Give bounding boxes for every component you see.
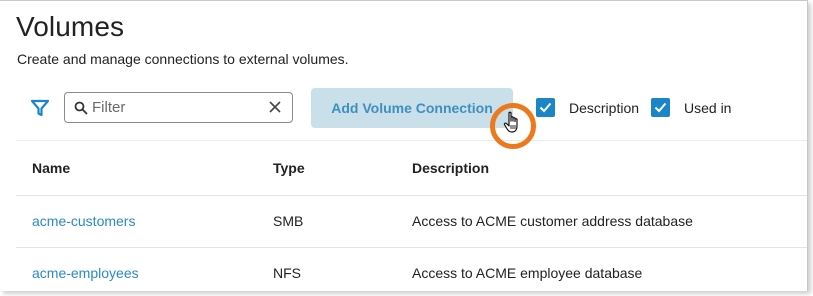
volume-name-link[interactable]: acme-employees	[32, 265, 139, 281]
used-in-checkbox-label: Used in	[684, 100, 732, 116]
search-icon	[74, 101, 88, 115]
volume-type: SMB	[273, 213, 304, 229]
column-header-name[interactable]: Name	[32, 160, 70, 176]
column-header-description[interactable]: Description	[412, 160, 489, 176]
table-header-row: Name Type Description	[16, 140, 807, 196]
filter-input[interactable]	[92, 97, 262, 118]
page-subtitle: Create and manage connections to externa…	[17, 51, 349, 67]
volumes-panel: Volumes Create and manage connections to…	[0, 0, 808, 291]
checkmark-icon	[654, 102, 667, 113]
checkmark-icon	[539, 102, 552, 113]
volume-type: NFS	[273, 265, 301, 281]
hand-pointer-cursor-icon	[503, 111, 518, 133]
volume-description: Access to ACME employee database	[412, 265, 643, 281]
table-row: acme-customers SMB Access to ACME custom…	[16, 195, 807, 248]
close-icon[interactable]	[268, 100, 282, 114]
table-row: acme-employees NFS Access to ACME employ…	[16, 248, 807, 291]
description-checkbox[interactable]	[536, 98, 555, 117]
funnel-icon[interactable]	[30, 98, 50, 118]
add-volume-connection-button[interactable]: Add Volume Connection	[311, 88, 513, 128]
filter-field[interactable]	[64, 92, 293, 123]
column-header-type[interactable]: Type	[273, 160, 305, 176]
used-in-checkbox[interactable]	[651, 98, 670, 117]
volume-description: Access to ACME customer address database	[412, 213, 693, 229]
description-checkbox-label: Description	[569, 100, 640, 116]
page-title: Volumes	[16, 11, 125, 42]
volume-name-link[interactable]: acme-customers	[32, 213, 135, 229]
volumes-table: Name Type Description acme-customers SMB…	[16, 140, 807, 291]
